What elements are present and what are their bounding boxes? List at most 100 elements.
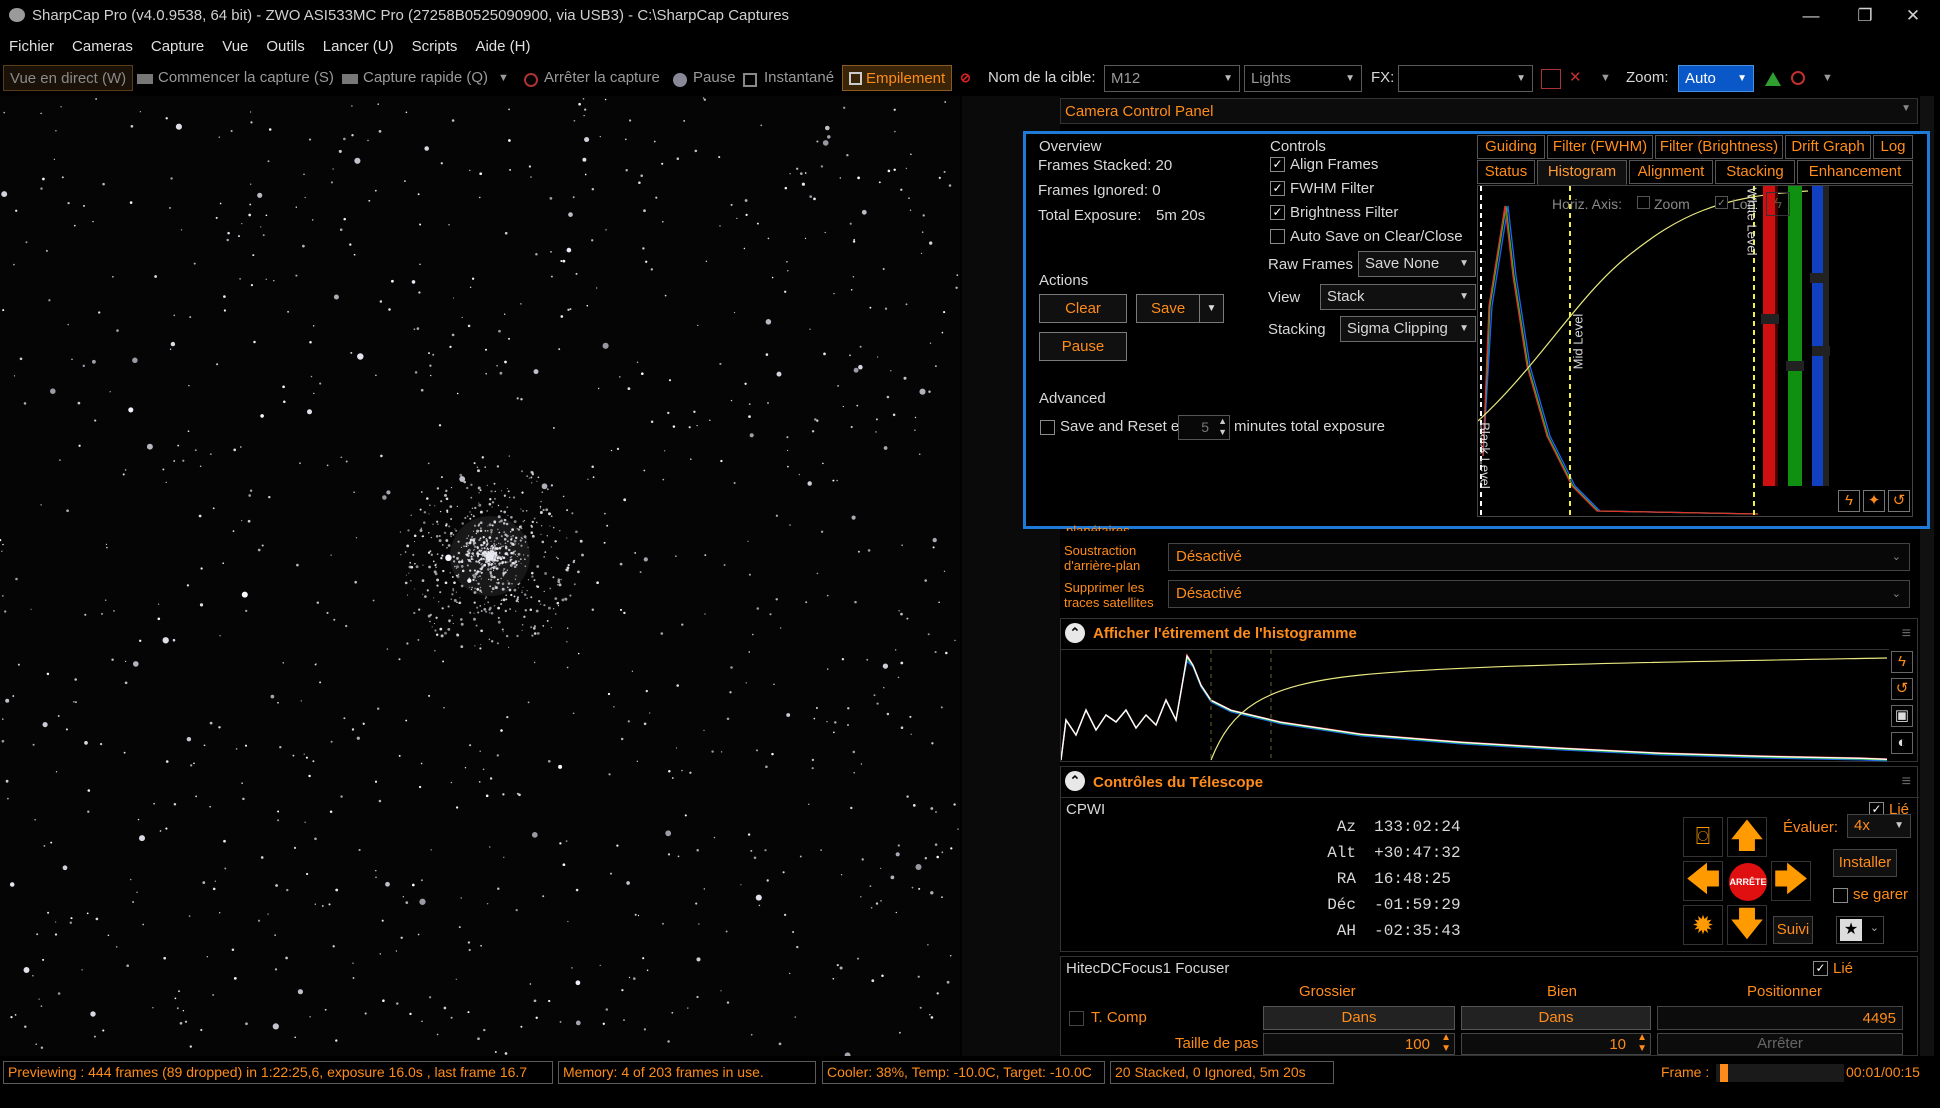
minutes-spinner[interactable]: 5 ▲ ▼ <box>1178 415 1230 440</box>
spiral-search-icon[interactable]: ⌼ <box>1683 817 1723 857</box>
menu-lancer[interactable]: Lancer (U) <box>314 34 403 60</box>
rate-select[interactable]: 4x ▼ <box>1847 814 1911 838</box>
reset-icon[interactable]: ↺ <box>1891 678 1913 700</box>
arrow-left-icon[interactable]: 🡄 <box>1683 861 1723 901</box>
start-capture-button[interactable]: Commencer la capture (S) <box>158 65 334 91</box>
pause-button[interactable]: Pause <box>693 65 736 91</box>
fx-combo[interactable]: ▼ <box>1398 65 1533 92</box>
menu-scripts[interactable]: Scripts <box>403 34 467 60</box>
fwhm-filter-checkbox[interactable]: ✓ <box>1270 181 1285 196</box>
fine-step-spinner[interactable]: 10 ▲ ▼ <box>1461 1032 1651 1055</box>
position-input[interactable]: 4495 <box>1657 1006 1903 1030</box>
install-button[interactable]: Installer <box>1833 849 1897 877</box>
t-comp-checkbox[interactable] <box>1069 1011 1084 1026</box>
menu-cameras[interactable]: Cameras <box>63 34 142 60</box>
preview-image[interactable] <box>0 96 960 1056</box>
lightning-icon[interactable]: ϟ <box>1838 490 1860 512</box>
menu-icon[interactable]: ≡ <box>1902 625 1911 643</box>
zoom-combo[interactable]: Auto ▼ <box>1678 65 1754 92</box>
frame-progress[interactable] <box>1716 1064 1844 1082</box>
stacking-select[interactable]: Sigma Clipping ▼ <box>1340 316 1476 342</box>
tab-stacking[interactable]: Stacking <box>1715 160 1795 184</box>
save-reset-checkbox[interactable] <box>1040 420 1055 435</box>
snapshot-button[interactable]: Instantané <box>764 65 834 91</box>
reset-icon[interactable]: ↺ <box>1888 490 1910 512</box>
clear-button[interactable]: Clear <box>1039 294 1127 323</box>
spin-down-icon[interactable]: ▼ <box>1637 1043 1647 1054</box>
tab-drift-graph[interactable]: Drift Graph <box>1785 135 1871 159</box>
tab-filter-brightness[interactable]: Filter (Brightness) <box>1655 135 1783 159</box>
lightning-icon[interactable]: ϟ <box>1891 651 1913 673</box>
arrow-right-icon[interactable]: 🡆 <box>1771 861 1811 901</box>
crosshair-icon[interactable]: ✕ <box>1569 65 1582 91</box>
contrast-icon[interactable]: ◐ <box>1891 732 1913 754</box>
chevron-down-icon[interactable]: ▼ <box>1600 65 1611 91</box>
stack-button[interactable]: Empilement <box>842 65 953 91</box>
histogram-icon[interactable] <box>1765 72 1781 86</box>
view-select[interactable]: Stack ▼ <box>1320 284 1476 310</box>
arrow-up-icon[interactable]: 🡅 <box>1727 817 1767 857</box>
close-button[interactable]: ✕ <box>1893 4 1933 28</box>
menu-icon[interactable]: ≡ <box>1902 773 1911 791</box>
frame-type-combo[interactable]: Lights ▼ <box>1244 65 1362 92</box>
satellite-select[interactable]: Désactivé ⌄ <box>1168 580 1910 608</box>
chevron-down-icon[interactable]: ▼ <box>1901 103 1911 114</box>
tab-filter-fwhm[interactable]: Filter (FWHM) <box>1547 135 1653 159</box>
park-checkbox[interactable] <box>1833 888 1848 903</box>
tab-guiding[interactable]: Guiding <box>1477 135 1545 159</box>
sparkle-icon[interactable]: ✦ <box>1863 490 1885 512</box>
log-checkbox[interactable]: ✓ <box>1715 196 1728 209</box>
chevron-down-icon[interactable]: ▼ <box>1822 65 1833 91</box>
restore-button[interactable]: ❐ <box>1845 4 1885 28</box>
target-combo[interactable]: M12 ▼ <box>1104 65 1240 92</box>
tab-alignment[interactable]: Alignment <box>1629 160 1713 184</box>
camera-control-panel-header[interactable]: Camera Control Panel ▼ <box>1060 98 1918 124</box>
tab-histogram[interactable]: Histogram <box>1537 160 1627 185</box>
live-view-button[interactable]: Vue en direct (W) <box>3 65 134 91</box>
tab-enhancement[interactable]: Enhancement <box>1797 160 1913 184</box>
star-select[interactable]: ★ ⌄ <box>1836 916 1884 944</box>
save-icon[interactable]: ▣ <box>1891 705 1913 727</box>
spin-down-icon[interactable]: ▼ <box>1218 427 1227 437</box>
auto-save-checkbox[interactable] <box>1270 229 1285 244</box>
collapse-icon[interactable]: ⌃ <box>1065 771 1085 791</box>
stop-slew-button[interactable]: ARRÊTE <box>1729 863 1767 901</box>
collapse-icon[interactable]: ⌃ <box>1065 623 1085 643</box>
tracking-button[interactable]: Suivi <box>1773 916 1813 944</box>
align-frames-checkbox[interactable]: ✓ <box>1270 157 1285 172</box>
spin-up-icon[interactable]: ▲ <box>1441 1032 1451 1043</box>
tab-log[interactable]: Log <box>1873 135 1913 159</box>
zoom-checkbox[interactable] <box>1637 196 1650 209</box>
menu-fichier[interactable]: Fichier <box>0 34 63 60</box>
focuser-linked-checkbox[interactable]: ✓ <box>1813 961 1828 976</box>
auto-stretch-icon[interactable]: ϟ <box>1766 192 1790 216</box>
stack-histogram[interactable]: Horiz. Axis: Zoom ✓ Log ϟ Black Level Mi… <box>1477 185 1913 517</box>
menu-vue[interactable]: Vue <box>213 34 257 60</box>
tab-status[interactable]: Status <box>1477 160 1535 184</box>
arrow-down-icon[interactable]: 🡇 <box>1727 905 1767 945</box>
bg-subtraction-select[interactable]: Désactivé ⌄ <box>1168 543 1910 571</box>
focus-in-coarse-button[interactable]: Dans <box>1263 1006 1455 1030</box>
zoom-search-icon[interactable] <box>1791 71 1805 85</box>
menu-capture[interactable]: Capture <box>142 34 213 60</box>
stop-capture-button[interactable]: Arrêter la capture <box>544 65 660 91</box>
save-button[interactable]: Save ▼ <box>1136 294 1224 323</box>
quick-capture-button[interactable]: Capture rapide (Q) <box>363 65 488 91</box>
spin-up-icon[interactable]: ▲ <box>1218 416 1227 426</box>
brightness-filter-checkbox[interactable]: ✓ <box>1270 205 1285 220</box>
minimize-button[interactable]: — <box>1791 4 1831 28</box>
focus-in-fine-button[interactable]: Dans <box>1461 1006 1651 1030</box>
coarse-step-spinner[interactable]: 100 ▲ ▼ <box>1263 1032 1455 1055</box>
chevron-down-icon[interactable]: ▼ <box>498 65 509 91</box>
focuser-stop-button[interactable]: Arrêter <box>1657 1033 1903 1055</box>
raw-frames-select[interactable]: Save None ▼ <box>1358 251 1476 277</box>
stretch-histogram[interactable] <box>1061 649 1889 762</box>
target-sun-icon[interactable]: ✹ <box>1683 905 1723 945</box>
spin-up-icon[interactable]: ▲ <box>1637 1032 1647 1043</box>
pause-stack-button[interactable]: Pause <box>1039 332 1127 361</box>
save-dropdown-icon[interactable]: ▼ <box>1199 295 1223 322</box>
menu-outils[interactable]: Outils <box>257 34 313 60</box>
record-box-icon[interactable] <box>1541 69 1561 89</box>
menu-aide[interactable]: Aide (H) <box>466 34 539 60</box>
spin-down-icon[interactable]: ▼ <box>1441 1043 1451 1054</box>
